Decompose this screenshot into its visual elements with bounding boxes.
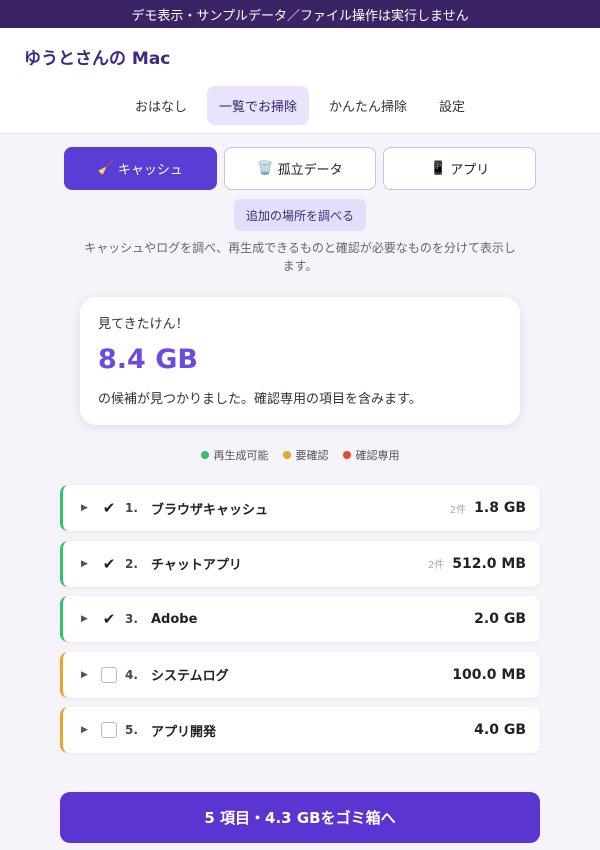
item-number: 4. xyxy=(125,667,138,682)
list-item[interactable]: ▶ ✔ 1. ブラウザキャッシュ 2件 1.8 GB xyxy=(60,485,540,531)
item-name: Adobe xyxy=(151,611,198,627)
legend-label: 確認専用 xyxy=(355,449,400,462)
mode-label: アプリ xyxy=(450,163,490,178)
item-number: 3. xyxy=(125,612,138,626)
item-size: 4.0 GB xyxy=(474,722,526,738)
move-to-trash-button[interactable]: 5 項目・4.3 GBをゴミ箱へ xyxy=(60,792,540,843)
summary-heading: 見てきたけん！ xyxy=(98,317,189,332)
expand-triangle-icon[interactable]: ▶ xyxy=(81,559,95,569)
tab-easy-clean[interactable]: かんたん掃除 xyxy=(317,86,419,125)
mode-cache-button[interactable]: 🧹 キャッシュ xyxy=(64,147,217,190)
item-number: 2. xyxy=(125,556,138,571)
list-item[interactable]: ▶ ✔ 2. チャットアプリ 2件 512.0 MB xyxy=(60,540,540,587)
legend-item: 確認専用 xyxy=(342,447,400,463)
nav-tabs: おはなし 一覧でお掃除 かんたん掃除 設定 xyxy=(0,86,600,125)
item-name: チャットアプリ xyxy=(151,558,242,573)
expand-triangle-icon[interactable]: ▶ xyxy=(81,670,95,680)
item-list: ▶ ✔ 1. ブラウザキャッシュ 2件 1.8 GB ▶ ✔ 2. チャットアプ… xyxy=(60,485,540,763)
list-item[interactable]: ▶ 5. アプリ開発 4.0 GB xyxy=(60,707,540,753)
broom-icon: 🧹 xyxy=(97,161,114,176)
legend: 再生成可能 要確認 確認専用 xyxy=(0,447,600,463)
phone-icon: 📱 xyxy=(430,161,447,176)
mode-label: キャッシュ xyxy=(117,163,183,178)
demo-banner: デモ表示・サンプルデータ／ファイル操作は実行しません xyxy=(0,0,600,28)
list-item[interactable]: ▶ 4. システムログ 100.0 MB xyxy=(60,651,540,698)
item-size: 100.0 MB xyxy=(452,666,526,683)
mode-selector: 🧹 キャッシュ 🗑️ 孤立データ 📱 アプリ xyxy=(64,147,537,190)
summary-card: 見てきたけん！ 8.4 GB の候補が見つかりました。確認専用の項目を含みます。 xyxy=(80,297,520,425)
header: ゆうとさんの Mac おはなし 一覧でお掃除 かんたん掃除 設定 xyxy=(0,28,600,134)
legend-item: 再生成可能 xyxy=(200,447,269,463)
tab-settings[interactable]: 設定 xyxy=(427,86,477,125)
checkmark-icon[interactable]: ✔ xyxy=(101,555,117,573)
expand-triangle-icon[interactable]: ▶ xyxy=(81,725,95,735)
item-count: 2件 xyxy=(427,560,445,571)
legend-dot-orange xyxy=(282,451,291,459)
expand-triangle-icon[interactable]: ▶ xyxy=(81,614,95,624)
summary-total-size: 8.4 GB xyxy=(98,344,198,375)
item-size: 2.0 GB xyxy=(474,611,526,627)
item-name: システムログ xyxy=(151,669,229,684)
summary-note: の候補が見つかりました。確認専用の項目を含みます。 xyxy=(98,392,422,407)
item-size: 1.8 GB xyxy=(474,500,526,516)
item-number: 5. xyxy=(125,723,138,737)
checkbox[interactable] xyxy=(101,666,117,683)
item-name: ブラウザキャッシュ xyxy=(151,502,269,518)
description: キャッシュやログを調べ、再生成できるものと確認が必要なものを分けて表示します。 xyxy=(84,241,516,273)
item-number: 1. xyxy=(125,501,138,515)
legend-item: 要確認 xyxy=(282,447,329,463)
legend-label: 要確認 xyxy=(295,449,329,462)
item-size: 512.0 MB xyxy=(452,555,526,572)
item-count: 2件 xyxy=(449,504,467,516)
tab-story[interactable]: おはなし xyxy=(123,86,199,125)
item-name: アプリ開発 xyxy=(151,724,217,740)
legend-dot-red xyxy=(342,451,351,459)
list-item[interactable]: ▶ ✔ 3. Adobe 2.0 GB xyxy=(60,596,540,642)
trash-icon: 🗑️ xyxy=(257,161,274,176)
checkmark-icon[interactable]: ✔ xyxy=(101,610,117,628)
mode-orphan-button[interactable]: 🗑️ 孤立データ xyxy=(223,147,377,190)
checkmark-icon[interactable]: ✔ xyxy=(101,499,117,517)
legend-dot-green xyxy=(200,451,209,459)
mode-apps-button[interactable]: 📱 アプリ xyxy=(383,147,537,190)
scan-more-locations-button[interactable]: 追加の場所を調べる xyxy=(234,199,366,231)
tab-list-clean[interactable]: 一覧でお掃除 xyxy=(206,86,309,125)
expand-triangle-icon[interactable]: ▶ xyxy=(81,503,95,513)
legend-label: 再生成可能 xyxy=(213,449,269,462)
mode-label: 孤立データ xyxy=(277,163,343,178)
checkbox[interactable] xyxy=(101,722,117,738)
app-title: ゆうとさんの Mac xyxy=(24,49,171,69)
